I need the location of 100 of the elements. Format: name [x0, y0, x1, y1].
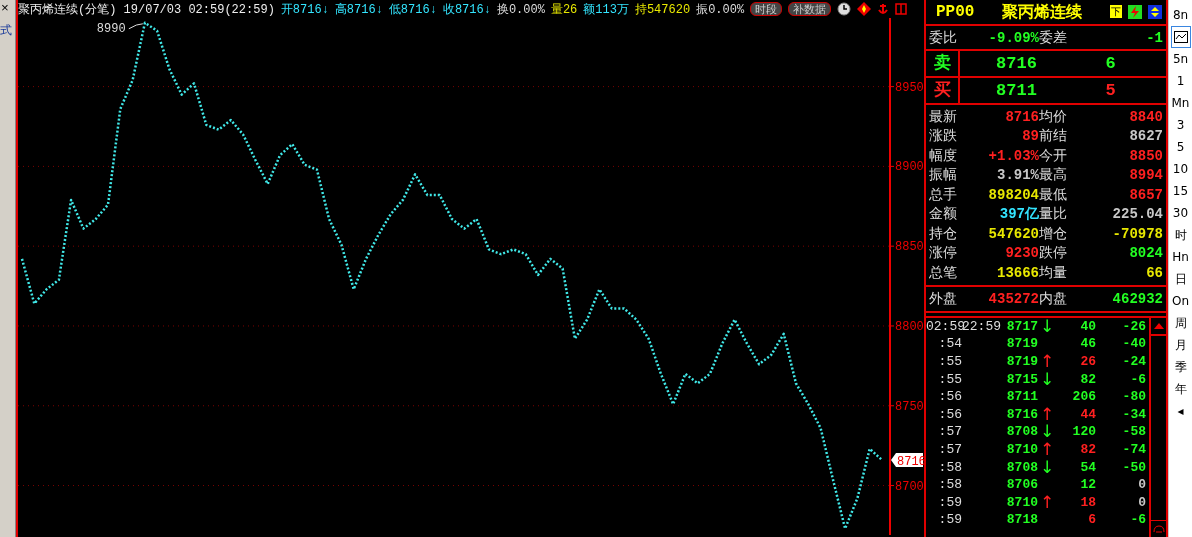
axis-tick-label: 8900	[895, 160, 924, 175]
field-value: -1	[1145, 29, 1163, 46]
field-label: 外盘	[929, 289, 958, 308]
period-button[interactable]: 30	[1170, 202, 1191, 224]
tick-change: -74	[1121, 441, 1146, 457]
field-value: 8994	[1128, 167, 1163, 184]
quote-stat: 高8716↓	[334, 1, 383, 18]
field-label: 涨停	[929, 244, 958, 263]
period-button[interactable]: 时	[1170, 224, 1191, 246]
peak-price-label: 8990	[96, 21, 126, 36]
period-button[interactable]: 8n	[1170, 4, 1191, 26]
tick-change: 0	[1137, 477, 1146, 493]
quote-stat: 额113万	[583, 1, 629, 18]
tick-volume: 18	[1079, 494, 1096, 510]
field-value: -70978	[1111, 225, 1163, 242]
order-side-label: 卖	[933, 55, 951, 72]
period-button[interactable]: 3	[1170, 114, 1191, 136]
field-label: 振幅	[929, 166, 958, 185]
field-label: 委差	[1039, 28, 1068, 47]
field-label: 均价	[1039, 107, 1068, 126]
field-value: 225.04	[1111, 206, 1163, 223]
tick-price: 8708	[1005, 459, 1038, 475]
diamond-icon[interactable]	[857, 2, 872, 16]
tick-time: :56	[937, 389, 962, 405]
quote-stat: 量26	[550, 1, 578, 18]
period-button[interactable]: 15	[1170, 180, 1191, 202]
scroll-bar[interactable]	[1149, 317, 1166, 537]
field-value: 8840	[1128, 108, 1163, 125]
field-label: 前结	[1039, 127, 1068, 146]
tick-volume: 46	[1079, 336, 1096, 352]
field-value: 8657	[1128, 186, 1163, 203]
axis-tick-label: 8700	[895, 479, 924, 494]
toolbar-button[interactable]: 时段	[750, 2, 783, 16]
toolbar-button[interactable]: 补数据	[788, 2, 832, 16]
order-side-label: 买	[933, 82, 951, 99]
panel-label: 式	[0, 23, 12, 39]
tick-arrow: ↑	[1039, 493, 1055, 511]
field-label: 最高	[1039, 166, 1068, 185]
field-label: 最低	[1039, 185, 1068, 204]
period-button[interactable]: ◂	[1170, 400, 1191, 422]
tick-change: -80	[1121, 389, 1146, 405]
period-button[interactable]: On	[1170, 290, 1191, 312]
field-value: 13666	[996, 264, 1039, 281]
field-label: 最新	[929, 107, 958, 126]
tick-volume: 6	[1087, 512, 1096, 528]
tick-arrow: ↑	[1039, 440, 1055, 458]
tick-time: :59	[937, 494, 962, 510]
line-chart-button[interactable]	[1170, 26, 1191, 48]
tick-change: -6	[1129, 512, 1146, 528]
anchor-icon[interactable]	[877, 2, 890, 16]
tick-arrow: ↓	[1039, 423, 1055, 441]
field-label: 量比	[1039, 205, 1068, 224]
tick-price: 8706	[1005, 477, 1038, 493]
tick-change: 0	[1137, 494, 1146, 510]
panel-toggle-icon[interactable]	[895, 3, 908, 15]
clock-icon[interactable]	[837, 2, 852, 16]
tick-change: -40	[1121, 336, 1146, 352]
field-value: 66	[1145, 264, 1163, 281]
sort-icon[interactable]	[1148, 5, 1162, 19]
field-value: 9230	[1004, 245, 1039, 262]
axis-tick-label: 8950	[895, 80, 924, 95]
scroll-up-icon[interactable]	[1153, 322, 1164, 329]
tick-price: 8710	[1005, 441, 1038, 457]
quote-stat: 持547620	[634, 1, 691, 18]
field-value: 462932	[1111, 290, 1163, 307]
period-button[interactable]: 年	[1170, 378, 1191, 400]
field-value: 435272	[987, 290, 1039, 307]
lightning-icon[interactable]	[1128, 5, 1142, 19]
tick-volume: 82	[1079, 441, 1096, 457]
scroll-down-icon[interactable]	[1152, 525, 1165, 533]
period-button[interactable]: 季	[1170, 356, 1191, 378]
tick-change: -50	[1121, 459, 1146, 475]
quote-stat: 换0.00%	[496, 1, 545, 18]
period-button[interactable]: 10	[1170, 158, 1191, 180]
tick-arrow: ↓	[1039, 370, 1055, 388]
tick-price: 8710	[1005, 494, 1038, 510]
period-button[interactable]: 5	[1170, 136, 1191, 158]
chart-title: 聚丙烯连续(分笔) 19/07/03 02:59(22:59)	[18, 1, 275, 18]
tick-change: -6	[1129, 371, 1146, 387]
tick-volume: 54	[1079, 459, 1096, 475]
tick-price: 8708	[1005, 424, 1038, 440]
period-button[interactable]: Hn	[1170, 246, 1191, 268]
field-value: 397亿	[998, 205, 1039, 224]
period-button[interactable]: 月	[1170, 334, 1191, 356]
period-button[interactable]: 日	[1170, 268, 1191, 290]
period-button[interactable]: 1	[1170, 70, 1191, 92]
tick-change: -24	[1121, 354, 1146, 369]
tick-time: :57	[937, 424, 962, 440]
tick-volume: 26	[1079, 354, 1096, 369]
period-button[interactable]: Mn	[1170, 92, 1191, 114]
order-price: 8711	[995, 81, 1038, 100]
order-volume: 5	[1104, 81, 1117, 100]
tick-change: -58	[1121, 424, 1146, 440]
field-label: 今开	[1039, 146, 1068, 165]
instrument-code: PP00	[936, 3, 975, 21]
period-button[interactable]: 5n	[1170, 48, 1191, 70]
period-button[interactable]: 周	[1170, 312, 1191, 334]
toolbar-button[interactable]: 下	[1110, 5, 1122, 18]
close-button[interactable]: ×	[0, 0, 9, 18]
field-value: +1.03%	[987, 147, 1039, 164]
